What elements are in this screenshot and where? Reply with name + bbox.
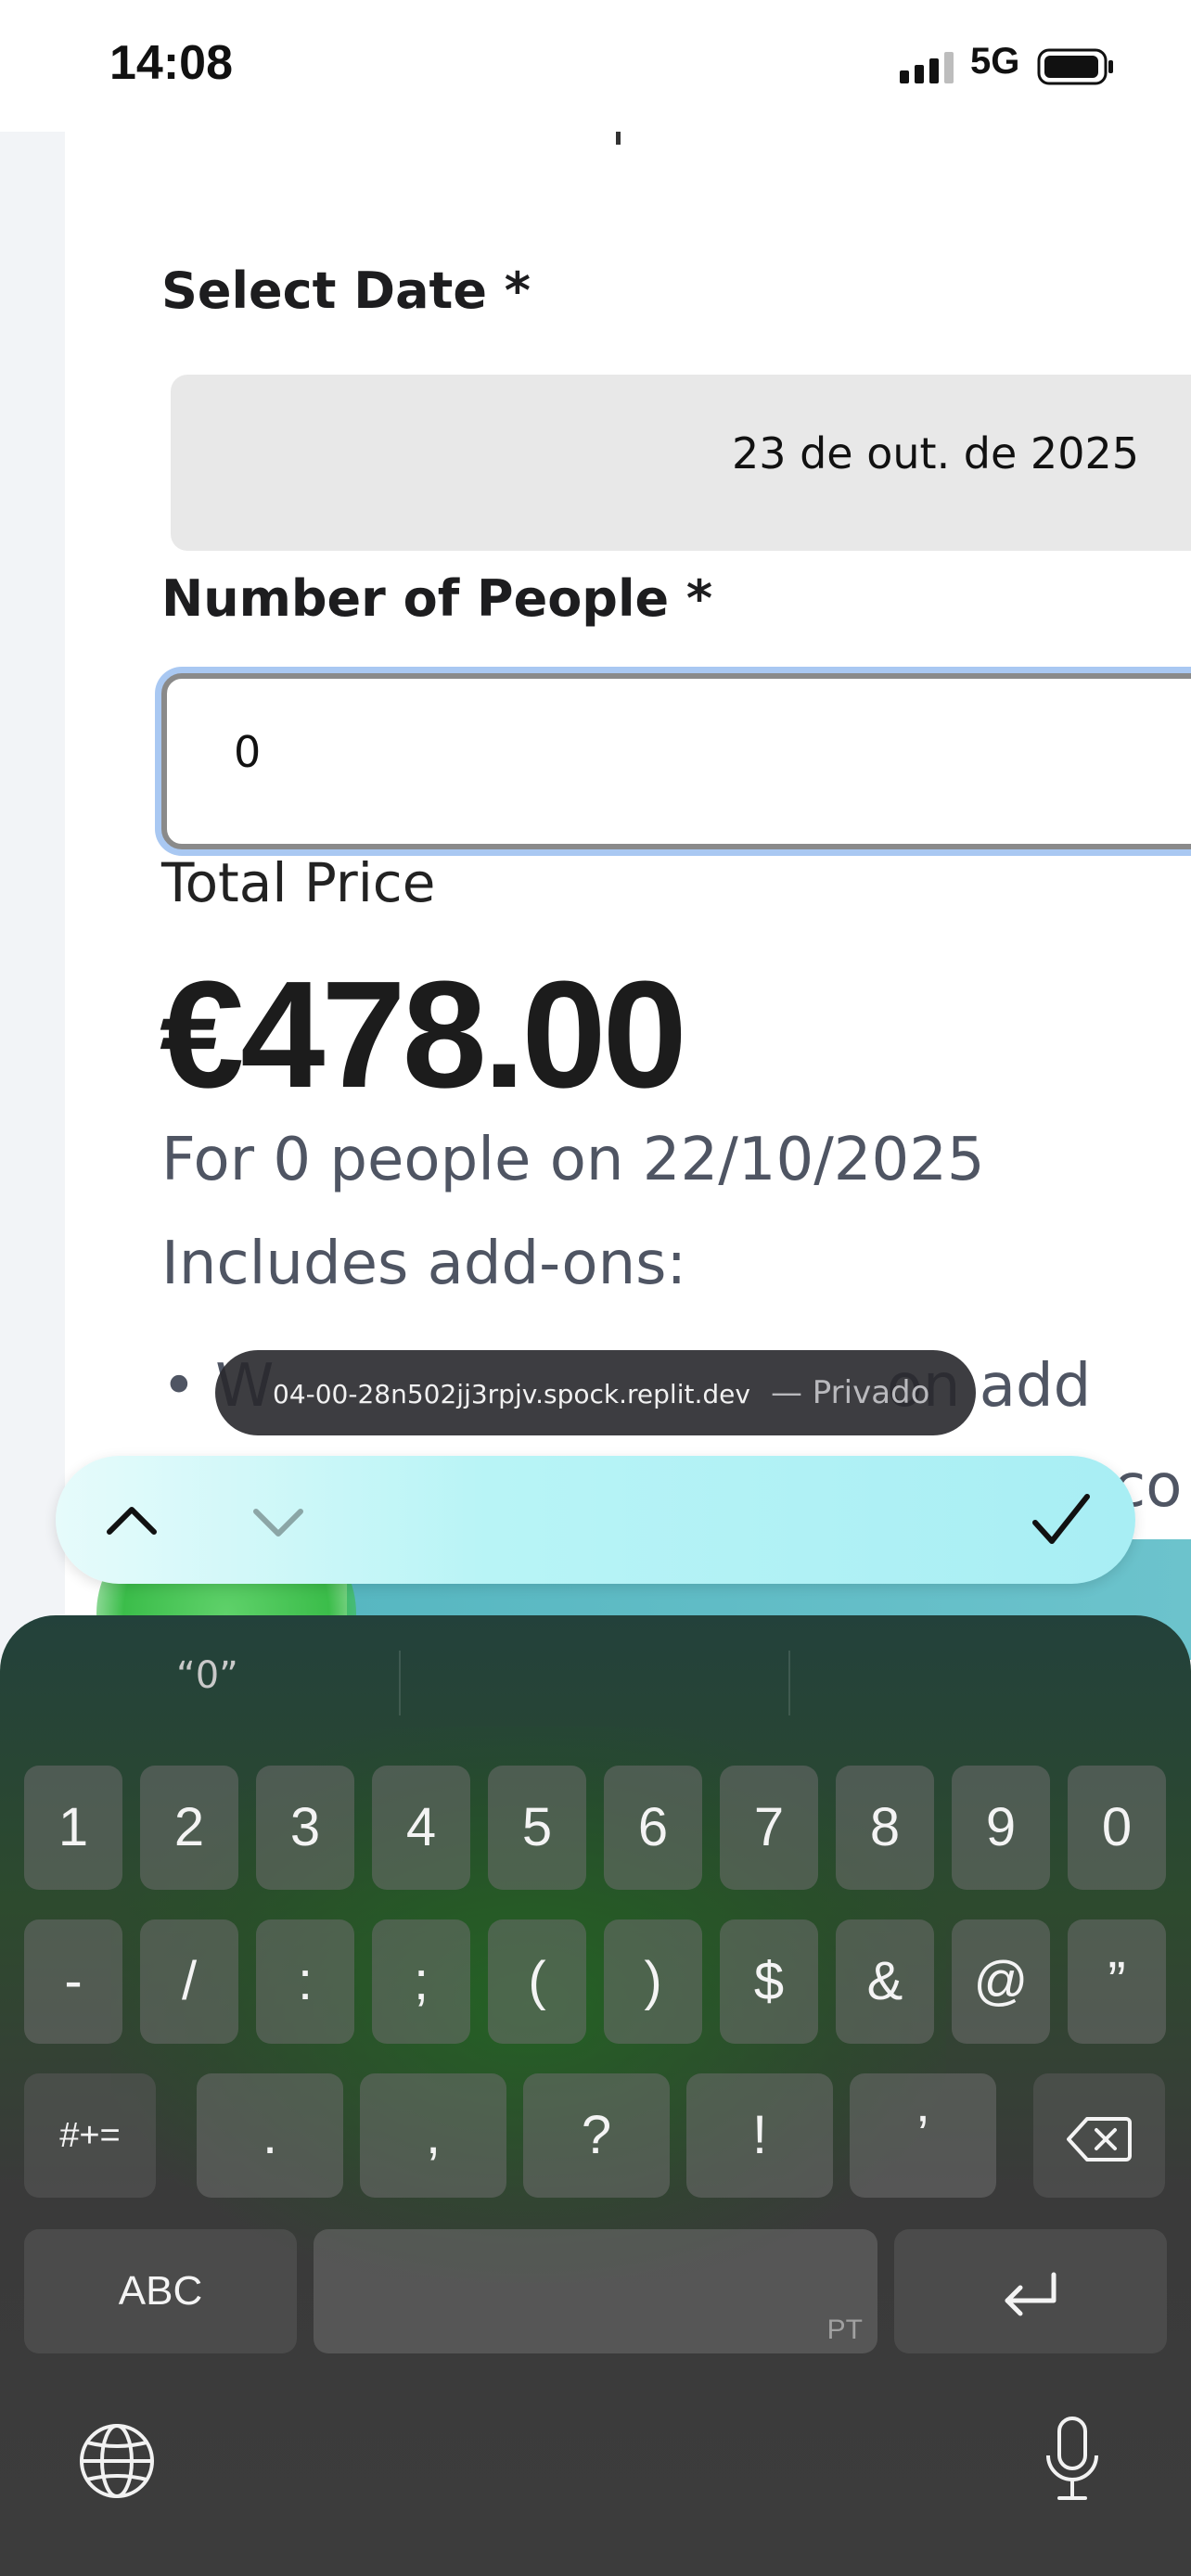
keyboard: “0” 1234567890 - /:;() $ & @” #+= .,?!’ ABC … — [0, 1615, 1191, 2576]
total-price: €478.00 — [160, 950, 687, 1119]
status-bar: 14:08 5G — [0, 0, 1191, 132]
network-label: 5G — [970, 41, 1020, 82]
globe-icon[interactable] — [78, 2422, 156, 2500]
signal-icon — [900, 52, 954, 83]
suggestion-item[interactable]: “0” — [176, 1654, 238, 1697]
symbol-key[interactable]: & — [836, 1919, 934, 2044]
number-key[interactable]: 1 — [24, 1766, 122, 1890]
return-icon — [1005, 2272, 1057, 2316]
status-time: 14:08 — [109, 36, 233, 90]
addons-label: Includes add-ons: — [161, 1230, 687, 1298]
abc-key[interactable]: ABC — [24, 2229, 297, 2353]
number-key[interactable]: 2 — [140, 1766, 238, 1890]
checkmark-icon[interactable] — [1020, 1480, 1100, 1560]
form-nav-bar — [56, 1456, 1135, 1584]
battery-icon — [1037, 48, 1113, 85]
punctuation-key[interactable]: ! — [686, 2073, 833, 2198]
symbol-key[interactable]: / — [140, 1919, 238, 2044]
more-symbols-key[interactable]: #+= — [24, 2073, 156, 2198]
url-pill[interactable]: 04-00-28n502jj3rpjv.spock.replit.dev — Pr… — [215, 1350, 976, 1435]
symbol-key[interactable]: ; — [372, 1919, 470, 2044]
language-label: PT — [826, 2315, 863, 2345]
people-label: Number of People * — [161, 569, 713, 628]
number-key[interactable]: 3 — [256, 1766, 354, 1890]
text-caret — [616, 132, 621, 145]
number-key[interactable]: 9 — [952, 1766, 1050, 1890]
backspace-key[interactable] — [1033, 2073, 1165, 2198]
symbol-key[interactable]: ” — [1068, 1919, 1166, 2044]
number-key[interactable]: 6 — [604, 1766, 702, 1890]
punctuation-key[interactable]: ? — [523, 2073, 670, 2198]
total-price-label: Total Price — [161, 851, 436, 914]
symbol-key[interactable]: $ — [720, 1919, 818, 2044]
punctuation-key[interactable]: ’ — [850, 2073, 996, 2198]
chevron-down-icon[interactable] — [241, 1484, 315, 1558]
people-value: 0 — [234, 727, 262, 777]
people-input[interactable]: 0 — [161, 673, 1191, 849]
chevron-up-icon[interactable] — [95, 1484, 169, 1558]
backspace-icon — [1067, 2116, 1132, 2162]
number-key[interactable]: 4 — [372, 1766, 470, 1890]
punctuation-key[interactable]: . — [197, 2073, 343, 2198]
date-field[interactable]: 23 de out. de 2025 — [171, 375, 1191, 551]
symbol-key[interactable]: ) — [604, 1919, 702, 2044]
number-key[interactable]: 7 — [720, 1766, 818, 1890]
symbol-key[interactable]: @ — [952, 1919, 1050, 2044]
number-key[interactable]: 8 — [836, 1766, 934, 1890]
space-key[interactable]: PT — [314, 2229, 877, 2353]
private-mode-label: — Privado — [770, 1374, 930, 1411]
symbol-key[interactable]: : — [256, 1919, 354, 2044]
symbol-key[interactable]: ( — [488, 1919, 586, 2044]
date-label: Select Date * — [161, 261, 531, 320]
number-key[interactable]: 0 — [1068, 1766, 1166, 1890]
microphone-icon[interactable] — [1043, 2415, 1102, 2504]
number-key[interactable]: 5 — [488, 1766, 586, 1890]
date-value: 23 de out. de 2025 — [731, 428, 1139, 478]
booking-summary: For 0 people on 22/10/2025 — [161, 1126, 985, 1194]
punctuation-key[interactable]: , — [360, 2073, 506, 2198]
return-key[interactable] — [894, 2229, 1167, 2353]
url-text: 04-00-28n502jj3rpjv.spock.replit.dev — [273, 1379, 750, 1409]
symbol-key[interactable]: - — [24, 1919, 122, 2044]
